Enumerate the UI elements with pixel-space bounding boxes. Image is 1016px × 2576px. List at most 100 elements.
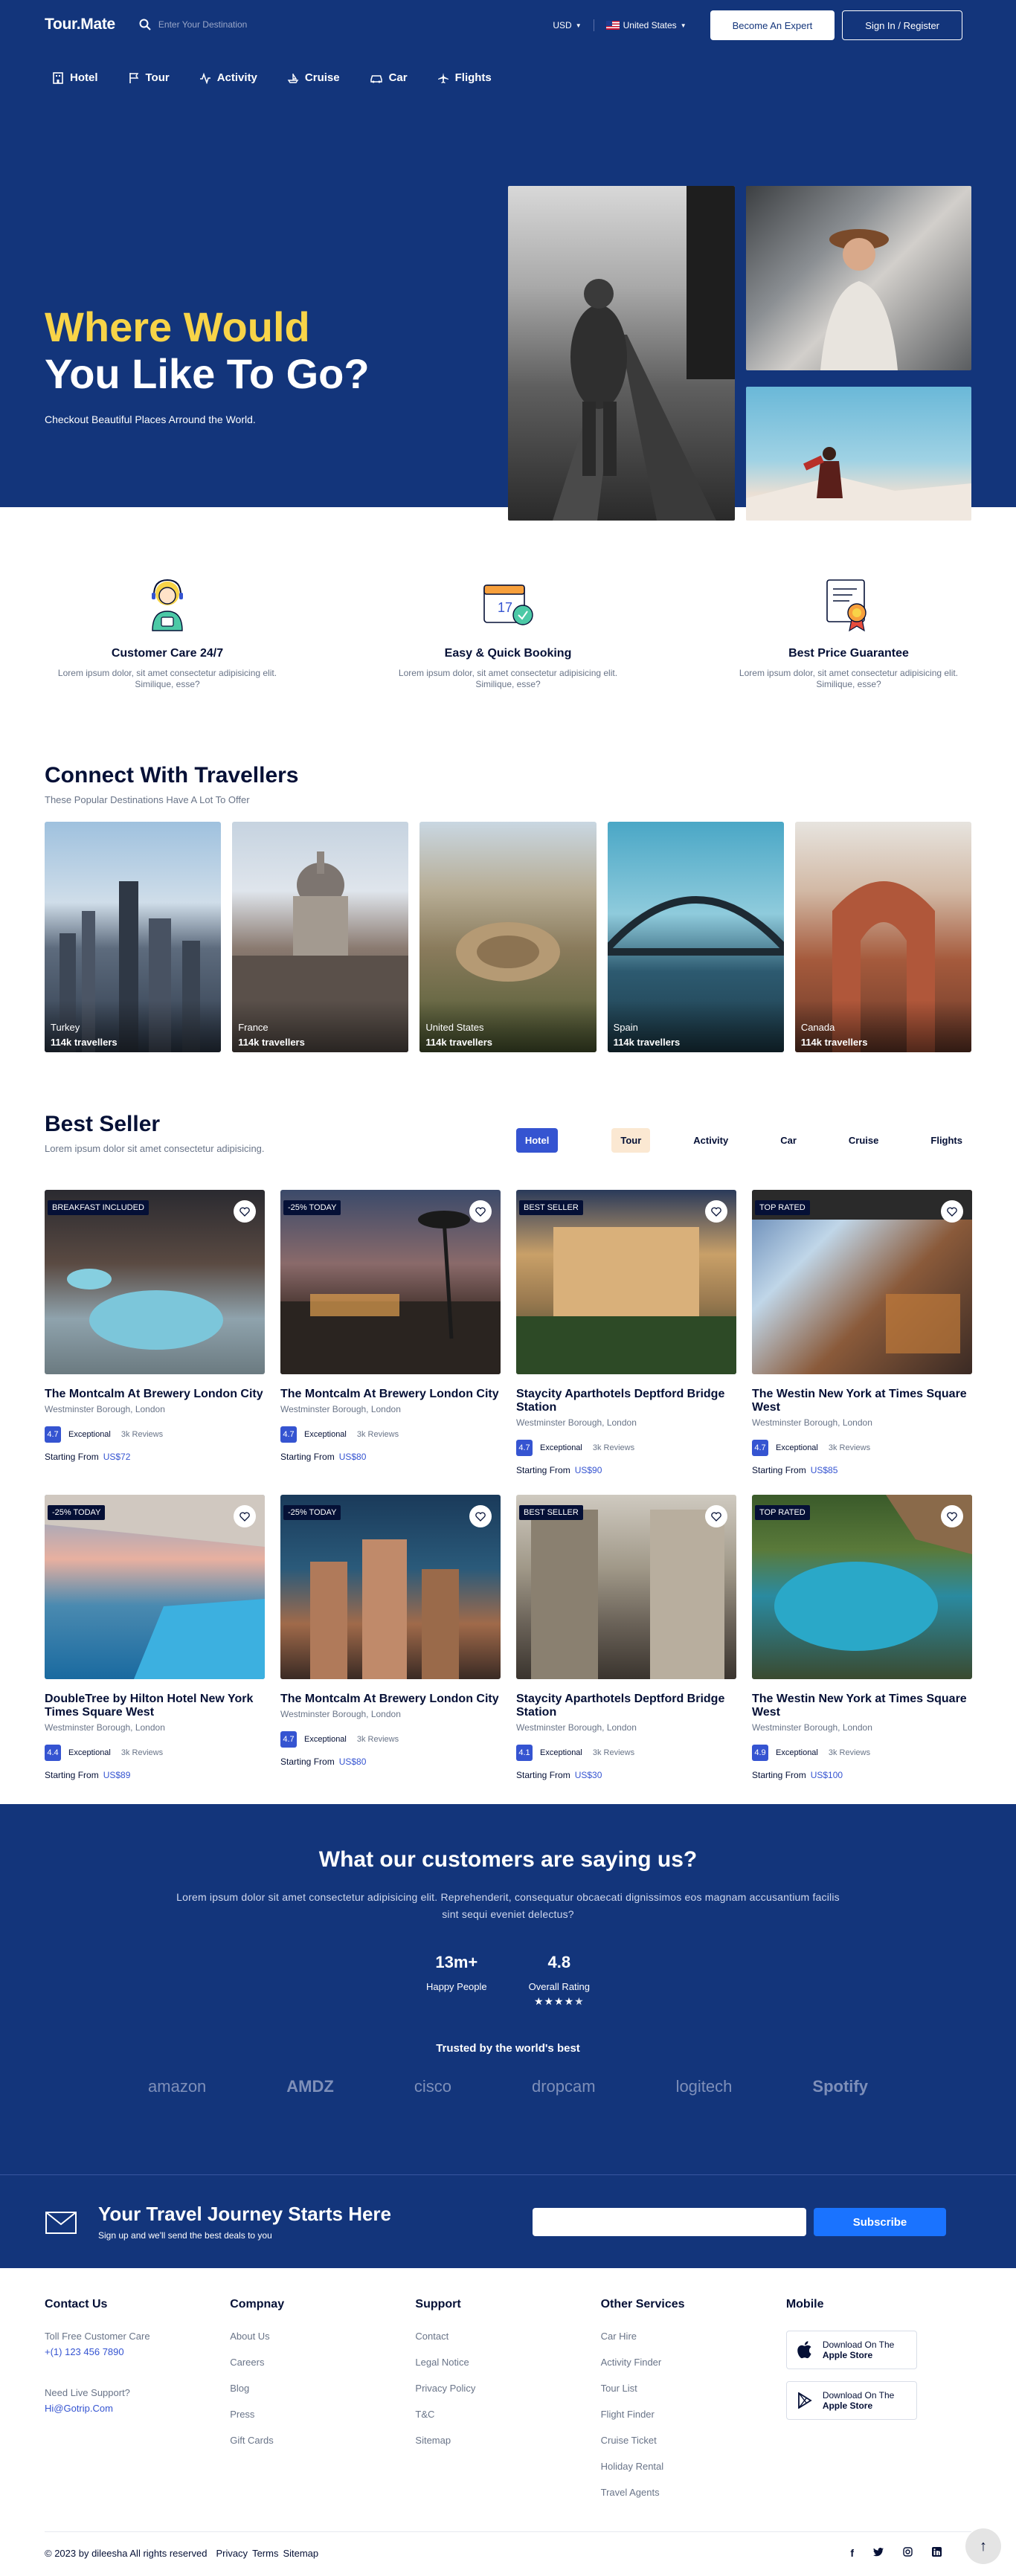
footer-link[interactable]: Legal Notice xyxy=(415,2357,600,2368)
heart-icon[interactable] xyxy=(941,1505,963,1527)
nav-car-label: Car xyxy=(388,71,408,84)
footer-link[interactable]: T&C xyxy=(415,2409,600,2420)
privacy-link[interactable]: Privacy xyxy=(216,2548,248,2559)
heart-icon[interactable] xyxy=(705,1200,727,1223)
sign-in-button[interactable]: Sign In / Register xyxy=(842,10,962,40)
destination-card-united-states[interactable]: United States 114k travellers xyxy=(419,822,597,1052)
feature-customer-care: Customer Care 24/7 Lorem ipsum dolor, si… xyxy=(45,574,290,690)
nav-hotel[interactable]: Hotel xyxy=(52,71,98,84)
heart-icon[interactable] xyxy=(234,1505,256,1527)
testimonials-title: What our customers are saying us? xyxy=(318,1847,698,1872)
footer-link[interactable]: Car Hire xyxy=(601,2331,786,2342)
nav-car[interactable]: Car xyxy=(370,71,408,84)
destination-card-turkey[interactable]: Turkey 114k travellers xyxy=(45,822,222,1052)
phone-link[interactable]: +(1) 123 456 7890 xyxy=(45,2346,230,2357)
copyright: © 2023 by dileesha All rights reserved xyxy=(45,2547,208,2559)
heart-icon[interactable] xyxy=(469,1200,492,1223)
starting-from-label: Starting From xyxy=(516,1465,570,1475)
hotel-location: Westminster Borough, London xyxy=(752,1722,872,1733)
tab-tour[interactable]: Tour xyxy=(611,1128,651,1153)
footer-link[interactable]: Blog xyxy=(230,2383,415,2394)
currency-label: USD xyxy=(553,20,572,30)
footer-link[interactable]: Contact xyxy=(415,2331,600,2342)
footer-link[interactable]: Flight Finder xyxy=(601,2409,786,2420)
footer-link[interactable]: Holiday Rental xyxy=(601,2461,786,2472)
footer-link[interactable]: Activity Finder xyxy=(601,2357,786,2368)
hotel-card[interactable]: BREAKFAST INCLUDED The Montcalm At Brewe… xyxy=(45,1190,265,1475)
hotel-name[interactable]: Staycity Aparthotels Deptford Bridge Sta… xyxy=(516,1388,736,1414)
hero-text: Where Would You Like To Go? Checkout Bea… xyxy=(45,303,370,425)
footer-link[interactable]: Careers xyxy=(230,2357,415,2368)
footer-heading: Support xyxy=(415,2298,461,2311)
twitter-icon[interactable] xyxy=(873,2547,884,2559)
footer-link[interactable]: Tour List xyxy=(601,2383,786,2394)
hotel-name[interactable]: The Montcalm At Brewery London City xyxy=(280,1388,501,1401)
footer-mobile: Mobile Download On The Apple Store Downlo… xyxy=(785,2298,971,2513)
rating-score: 4.7 xyxy=(280,1426,297,1443)
hotel-name[interactable]: The Westin New York at Times Square West xyxy=(752,1388,972,1414)
tab-flights[interactable]: Flights xyxy=(922,1128,971,1153)
tab-car[interactable]: Car xyxy=(771,1128,806,1153)
tab-cruise[interactable]: Cruise xyxy=(840,1128,887,1153)
email-link[interactable]: Hi@Gotrip.Com xyxy=(45,2403,230,2414)
footer-link[interactable]: Travel Agents xyxy=(601,2487,786,2498)
sitemap-link[interactable]: Sitemap xyxy=(283,2548,318,2559)
country-selector[interactable]: United States ▼ xyxy=(605,20,687,30)
footer-other-services: Other Services Car Hire Activity Finder … xyxy=(601,2298,786,2513)
instagram-icon[interactable] xyxy=(903,2547,913,2559)
hotel-card[interactable]: BEST SELLER Staycity Aparthotels Deptfor… xyxy=(516,1190,736,1475)
hotel-card[interactable]: BEST SELLER Staycity Aparthotels Deptfor… xyxy=(516,1495,736,1780)
hotel-card[interactable]: TOP RATED The Westin New York at Times S… xyxy=(752,1495,972,1780)
destination-list: Turkey 114k travellers France 114k trave… xyxy=(45,822,972,1052)
nav-activity[interactable]: Activity xyxy=(199,71,257,84)
hotel-card[interactable]: -25% TODAY The Montcalm At Brewery Londo… xyxy=(280,1495,501,1780)
facebook-icon[interactable]: f xyxy=(850,2547,854,2559)
scroll-to-top-button[interactable]: ↑ xyxy=(965,2528,1001,2564)
hotel-card[interactable]: TOP RATED The Westin New York at Times S… xyxy=(752,1190,972,1475)
hotel-name[interactable]: The Montcalm At Brewery London City xyxy=(280,1693,501,1706)
nav-cruise[interactable]: Cruise xyxy=(287,71,340,84)
hotel-card[interactable]: -25% TODAY The Montcalm At Brewery Londo… xyxy=(280,1190,501,1475)
destination-card-france[interactable]: France 114k travellers xyxy=(232,822,409,1052)
rating-label: Exceptional xyxy=(540,1748,582,1757)
hotel-rating: 4.7 Exceptional 3k Reviews xyxy=(45,1426,265,1443)
terms-link[interactable]: Terms xyxy=(252,2548,278,2559)
hotel-card[interactable]: -25% TODAY DoubleTree by Hilton Hotel Ne… xyxy=(45,1495,265,1780)
hotel-name[interactable]: Staycity Aparthotels Deptford Bridge Sta… xyxy=(516,1693,736,1719)
heart-icon[interactable] xyxy=(941,1200,963,1223)
starting-from-label: Starting From xyxy=(280,1756,335,1767)
footer-link[interactable]: Gift Cards xyxy=(230,2435,415,2446)
footer-link[interactable]: Sitemap xyxy=(415,2435,600,2446)
footer-link[interactable]: Privacy Policy xyxy=(415,2383,600,2394)
footer-link[interactable]: Cruise Ticket xyxy=(601,2435,786,2446)
hotel-name[interactable]: The Westin New York at Times Square West xyxy=(752,1693,972,1719)
subscribe-button[interactable]: Subscribe xyxy=(814,2208,946,2236)
tab-activity[interactable]: Activity xyxy=(684,1128,737,1153)
heart-icon[interactable] xyxy=(234,1200,256,1223)
care-label: Toll Free Customer Care xyxy=(45,2331,150,2342)
heart-icon[interactable] xyxy=(469,1505,492,1527)
stat-value: 4.8 xyxy=(547,1953,571,1971)
become-expert-button[interactable]: Become An Expert xyxy=(710,10,835,40)
destination-card-spain[interactable]: Spain 114k travellers xyxy=(607,822,784,1052)
nav-flights[interactable]: Flights xyxy=(437,71,492,84)
linkedin-icon[interactable] xyxy=(932,2547,942,2559)
rating-score: 4.4 xyxy=(45,1745,61,1761)
hotel-name[interactable]: The Montcalm At Brewery London City xyxy=(45,1388,265,1401)
currency-selector[interactable]: USD ▼ xyxy=(553,20,581,30)
destination-card-canada[interactable]: Canada 114k travellers xyxy=(794,822,972,1052)
hotel-image: TOP RATED xyxy=(752,1190,972,1374)
testimonials-desc: Lorem ipsum dolor sit amet consectetur a… xyxy=(176,1891,840,1920)
hotel-price: Starting From US$90 xyxy=(516,1465,736,1475)
search-bar[interactable]: Enter Your Destination xyxy=(139,19,247,30)
newsletter-email-input[interactable] xyxy=(533,2208,806,2236)
play-store-button[interactable]: Download On The Apple Store xyxy=(785,2381,917,2420)
tab-hotel[interactable]: Hotel xyxy=(515,1128,559,1153)
heart-icon[interactable] xyxy=(705,1505,727,1527)
nav-tour[interactable]: Tour xyxy=(128,71,170,84)
hotel-name[interactable]: DoubleTree by Hilton Hotel New York Time… xyxy=(45,1693,265,1719)
footer-link[interactable]: Press xyxy=(230,2409,415,2420)
logo[interactable]: Tour.Mate xyxy=(45,16,115,33)
app-store-button[interactable]: Download On The Apple Store xyxy=(785,2331,917,2369)
footer-link[interactable]: About Us xyxy=(230,2331,415,2342)
